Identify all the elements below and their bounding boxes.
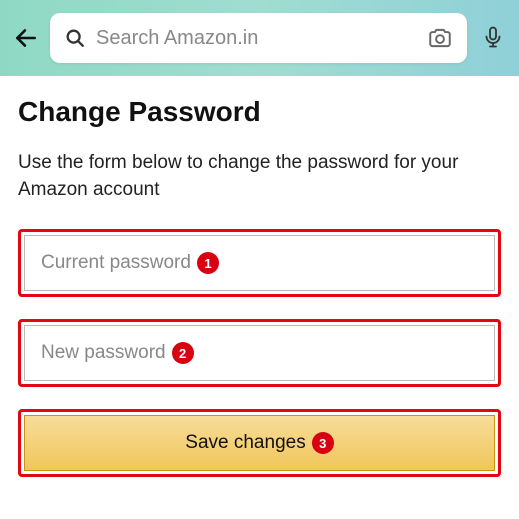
annotation-badge-3: 3 xyxy=(312,432,334,454)
annotation-badge-1: 1 xyxy=(197,252,219,274)
camera-icon[interactable] xyxy=(427,25,453,51)
search-bar[interactable]: Search Amazon.in xyxy=(50,13,467,63)
page-content: Change Password Use the form below to ch… xyxy=(0,76,519,519)
mic-icon[interactable] xyxy=(481,25,507,51)
page-description: Use the form below to change the passwor… xyxy=(18,150,501,203)
new-password-input[interactable]: New password 2 xyxy=(24,325,495,381)
page-title: Change Password xyxy=(18,96,501,128)
save-button-label: Save changes xyxy=(185,432,305,454)
current-password-placeholder: Current password xyxy=(41,252,191,274)
save-button-highlight: Save changes 3 xyxy=(18,409,501,477)
search-icon xyxy=(64,27,86,49)
new-password-highlight: New password 2 xyxy=(18,319,501,387)
current-password-highlight: Current password 1 xyxy=(18,229,501,297)
save-changes-button[interactable]: Save changes 3 xyxy=(24,415,495,471)
annotation-badge-2: 2 xyxy=(172,342,194,364)
back-arrow-icon[interactable] xyxy=(12,24,40,52)
search-placeholder: Search Amazon.in xyxy=(96,27,417,50)
current-password-input[interactable]: Current password 1 xyxy=(24,235,495,291)
app-header: Search Amazon.in xyxy=(0,0,519,76)
new-password-placeholder: New password xyxy=(41,342,166,364)
